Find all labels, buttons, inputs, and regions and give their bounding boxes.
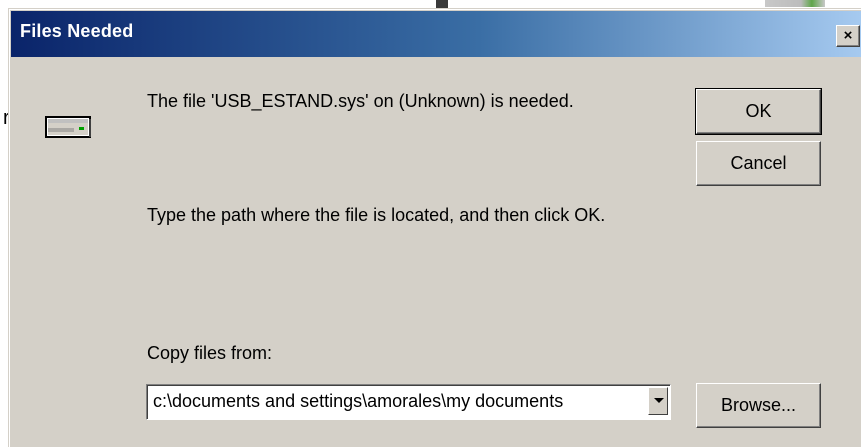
ok-button[interactable]: OK <box>695 88 822 135</box>
files-needed-dialog: Files Needed × The file 'USB_ESTAND.sys'… <box>8 8 861 447</box>
background-fragment <box>436 0 448 8</box>
drive-icon <box>45 116 91 138</box>
chevron-down-icon[interactable] <box>648 387 668 415</box>
copy-files-from-combobox[interactable]: c:\documents and settings\amorales\my do… <box>146 384 671 420</box>
instruction-text: Type the path where the file is located,… <box>147 205 606 225</box>
close-button[interactable]: × <box>836 25 860 47</box>
file-needed-message: The file 'USB_ESTAND.sys' on (Unknown) i… <box>147 91 574 111</box>
background-fragment <box>765 0 825 7</box>
cancel-button[interactable]: Cancel <box>696 141 821 186</box>
copy-files-from-label: Copy files from: <box>147 343 273 363</box>
dialog-title: Files Needed <box>20 21 134 41</box>
copy-files-from-input[interactable]: c:\documents and settings\amorales\my do… <box>153 391 638 412</box>
screen: r Files Needed × The file 'USB_ESTAND.sy… <box>0 0 861 447</box>
title-bar[interactable]: Files Needed × <box>11 11 861 57</box>
browse-button[interactable]: Browse... <box>696 383 821 428</box>
